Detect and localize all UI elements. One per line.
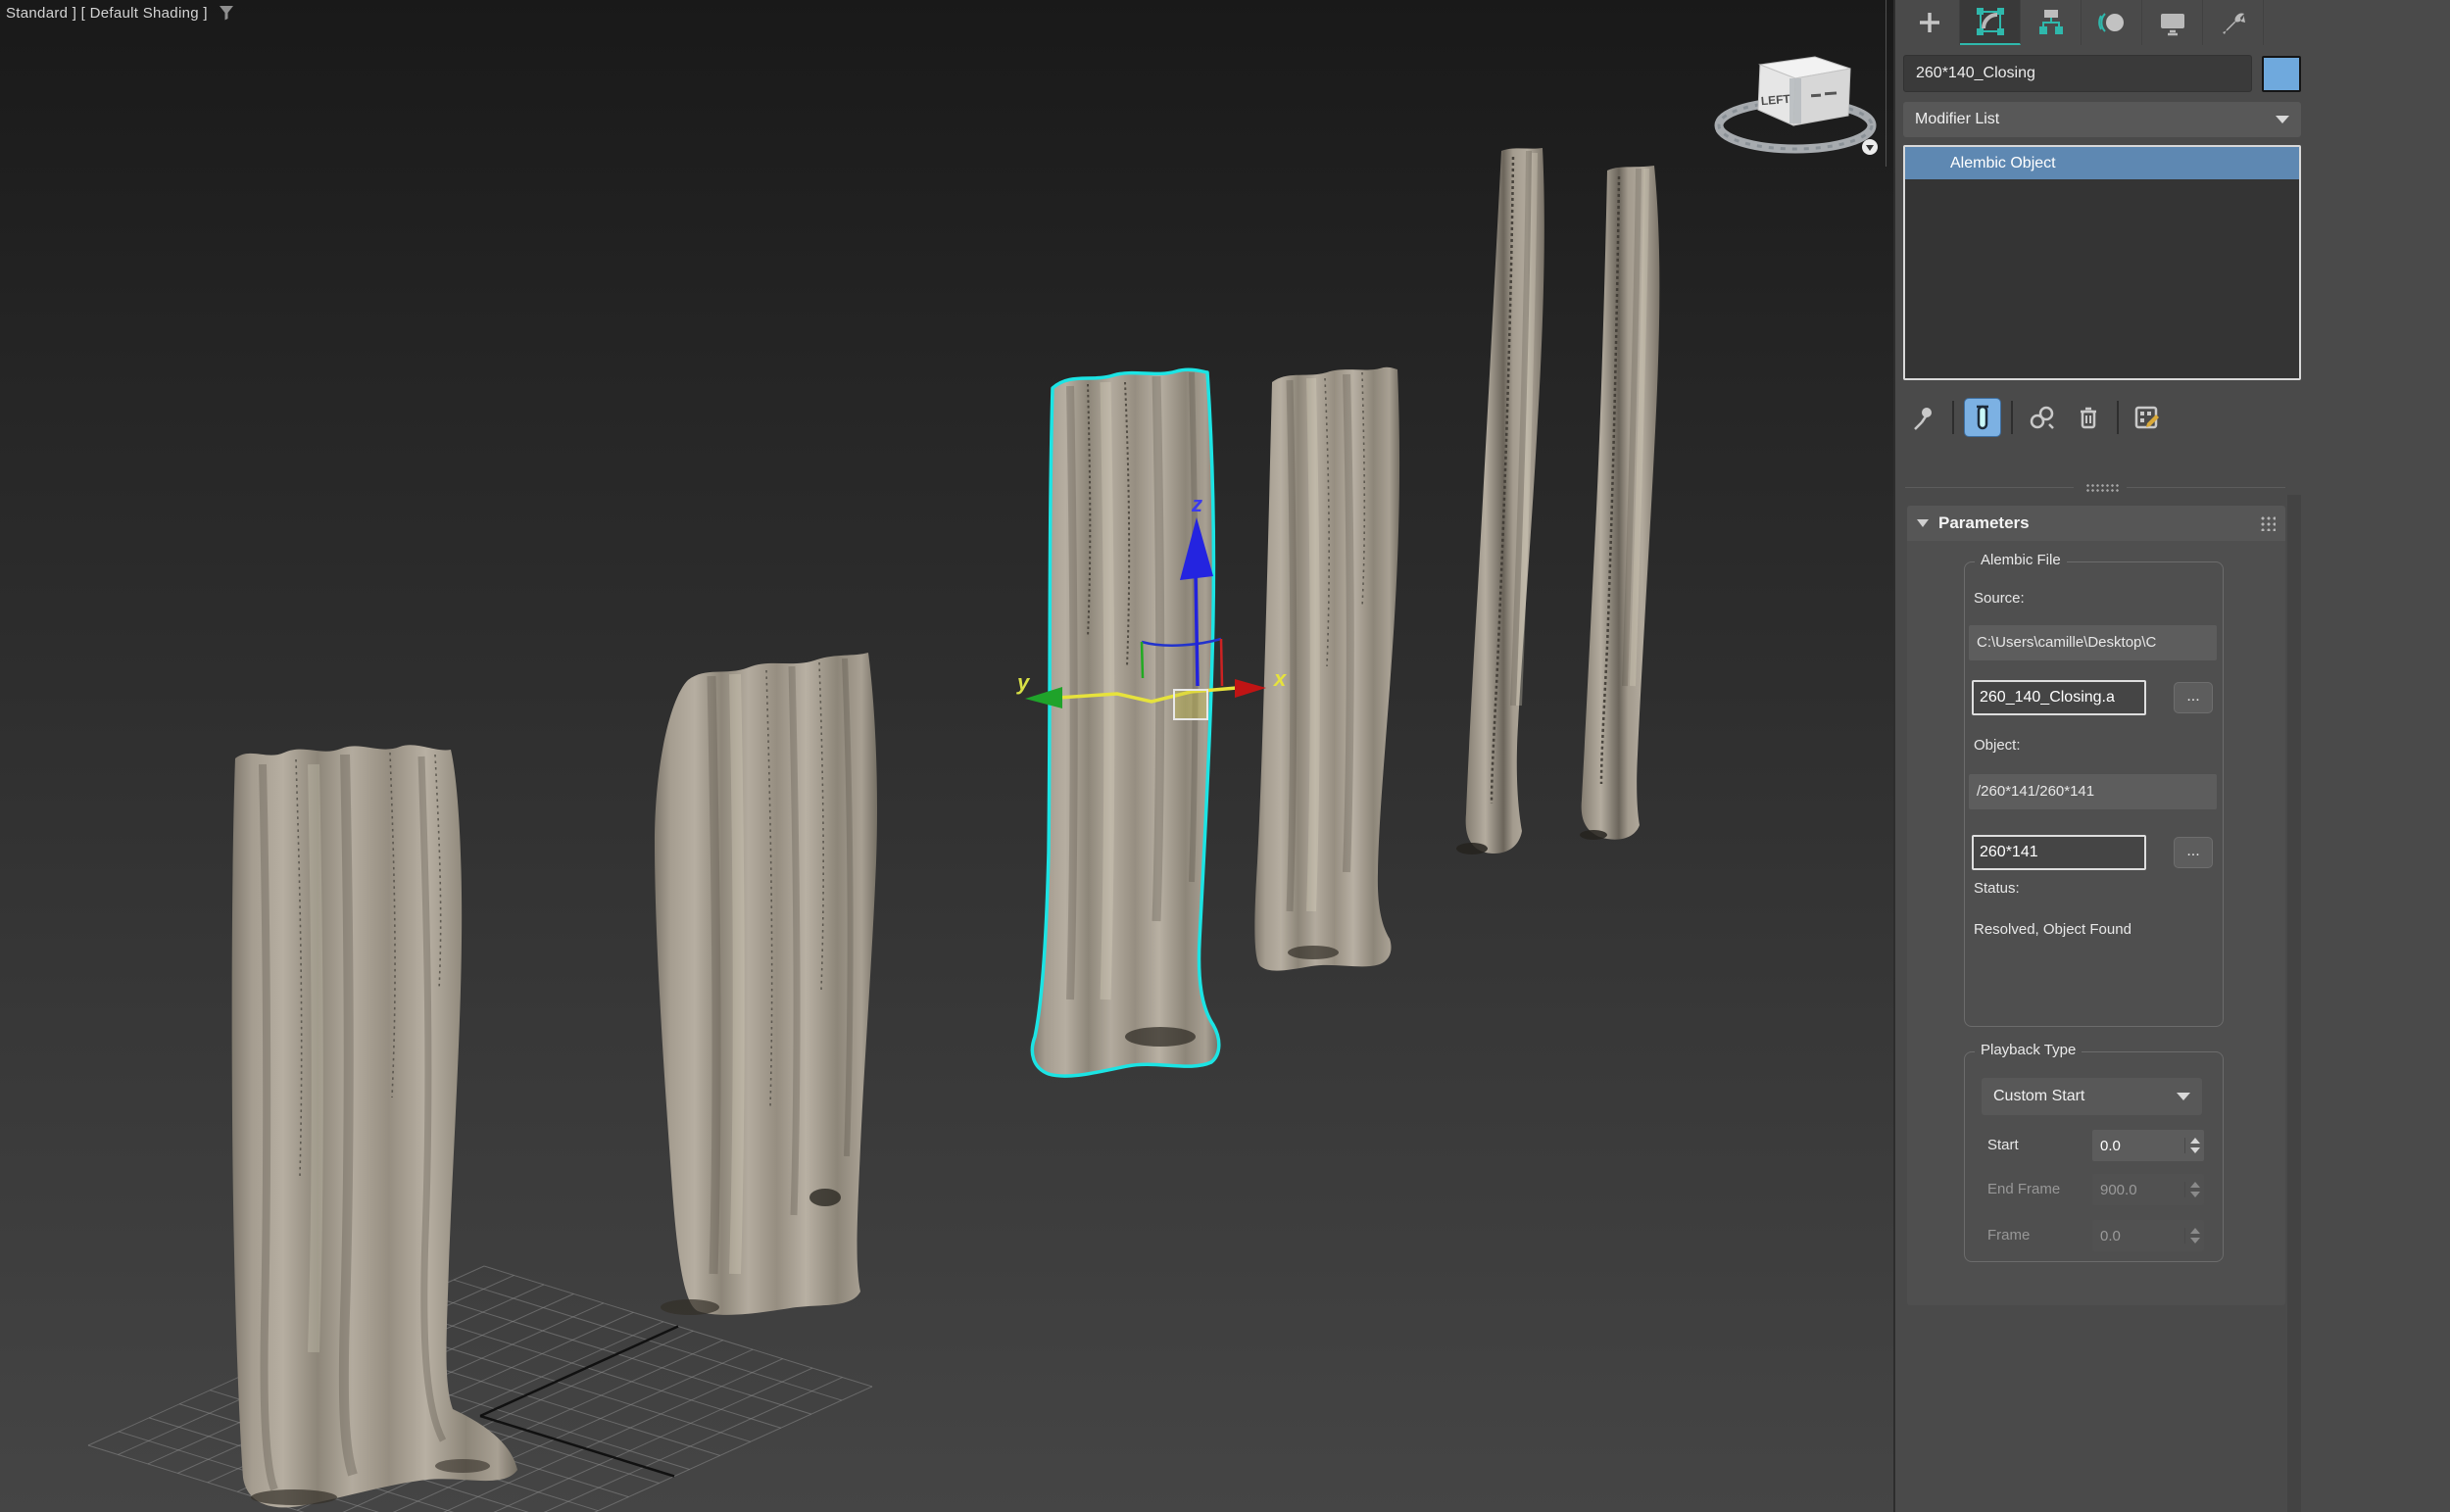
source-label: Source: — [1974, 590, 2025, 607]
parameters-rollout-header[interactable]: Parameters — [1907, 506, 2285, 541]
gizmo-x-label: x — [1273, 666, 1287, 691]
create-plus-icon — [1914, 7, 1945, 38]
viewport-filter-icon[interactable] — [218, 4, 235, 22]
playback-type-dropdown[interactable]: Custom Start — [1982, 1078, 2202, 1115]
end-frame-label: End Frame — [1987, 1181, 2060, 1197]
status-value: Resolved, Object Found — [1974, 921, 2132, 938]
remove-modifier-button[interactable] — [2070, 398, 2107, 437]
curtain-object-3-selected[interactable] — [1032, 369, 1218, 1076]
frame-spinner: 0.0 — [2092, 1220, 2204, 1251]
viewport-shading-label: Standard ] [ Default Shading ] — [6, 5, 208, 22]
gizmo-plane-handle[interactable] — [1174, 690, 1207, 719]
object-label: Object: — [1974, 737, 2021, 754]
alembic-object-name-input[interactable] — [1972, 835, 2146, 870]
configure-modifier-sets-button[interactable] — [2129, 398, 2166, 437]
gizmo-plane-edge-y[interactable] — [1142, 642, 1143, 678]
gizmo-y-label: y — [1016, 670, 1031, 695]
tab-create[interactable] — [1899, 0, 1960, 45]
alembic-file-name-input[interactable] — [1972, 680, 2146, 715]
display-monitor-icon — [2157, 7, 2188, 38]
tab-motion[interactable] — [2082, 0, 2142, 45]
curtain-object-6[interactable] — [1580, 166, 1659, 840]
command-panel: 260*140_Closing Modifier List Alembic Ob… — [1893, 0, 2450, 1512]
gizmo-y-arrow[interactable] — [1025, 687, 1062, 708]
viewcube-face-label: LEFT — [1760, 92, 1791, 109]
group-title: Alembic File — [1975, 552, 2067, 568]
gizmo-plane-edge-x[interactable] — [1221, 639, 1222, 686]
tab-modify[interactable] — [1960, 0, 2021, 45]
gizmo-z-axis[interactable] — [1196, 573, 1198, 686]
chevron-down-icon — [2177, 1093, 2190, 1100]
curtain-object-2[interactable] — [655, 653, 877, 1315]
browse-object-button[interactable]: ... — [2174, 837, 2213, 868]
object-path-field: /260*141/260*141 — [1969, 774, 2217, 809]
object-name-field[interactable]: 260*140_Closing — [1903, 55, 2252, 92]
viewcube-right-face[interactable] — [1793, 69, 1850, 125]
rollout-title: Parameters — [1938, 513, 2030, 533]
modifier-stack-item-alembic[interactable]: Alembic Object — [1905, 147, 2299, 179]
trash-icon — [2074, 403, 2103, 432]
gizmo-x-arrow[interactable] — [1235, 679, 1266, 698]
viewport-scene: x y z LEFT — [0, 0, 1893, 1512]
panel-scroll-gutter[interactable] — [2287, 495, 2301, 1512]
chevron-down-icon — [2276, 116, 2289, 123]
show-end-result-button[interactable] — [1964, 398, 2001, 437]
modifier-stack-toolbar — [1905, 396, 2166, 439]
pushpin-icon — [1909, 403, 1938, 432]
viewcube[interactable]: LEFT — [1719, 57, 1878, 155]
end-frame-spinner: 900.0 — [2092, 1174, 2204, 1205]
toolbar-separator — [2117, 401, 2119, 434]
make-unique-button[interactable] — [2023, 398, 2060, 437]
make-unique-icon — [2027, 403, 2056, 432]
viewcube-edge — [1789, 78, 1801, 123]
motion-icon — [2096, 7, 2128, 38]
hierarchy-icon — [2035, 7, 2067, 38]
playback-type-value: Custom Start — [1993, 1088, 2084, 1105]
spinner-arrows-icon — [2184, 1182, 2204, 1197]
toolbar-separator — [2011, 401, 2013, 434]
rollout-collapse-icon — [1917, 519, 1929, 527]
start-spinner[interactable]: 0.0 — [2092, 1130, 2204, 1161]
start-label: Start — [1987, 1137, 2019, 1153]
frame-label: Frame — [1987, 1227, 2030, 1244]
modifier-stack-item-label: Alembic Object — [1950, 155, 2056, 172]
configure-sets-icon — [2132, 403, 2162, 432]
curtain-object-1[interactable] — [232, 745, 517, 1507]
test-tube-icon — [1968, 403, 1997, 432]
modifier-stack[interactable]: Alembic Object — [1903, 145, 2301, 380]
gizmo-z-label: z — [1191, 492, 1202, 516]
source-path-field: C:\Users\camille\Desktop\C — [1969, 625, 2217, 660]
group-title: Playback Type — [1975, 1042, 2082, 1058]
curtain-object-5[interactable] — [1456, 148, 1544, 854]
rollout-grip-icon[interactable] — [2260, 515, 2276, 531]
tab-utilities[interactable] — [2203, 0, 2264, 45]
3dsmax-window: x y z LEFT Standar — [0, 0, 2450, 1512]
command-panel-tabs — [1899, 0, 2264, 45]
viewport-label[interactable]: Standard ] [ Default Shading ] — [6, 4, 235, 22]
spinner-arrows-icon[interactable] — [2184, 1138, 2204, 1153]
pin-stack-button[interactable] — [1905, 398, 1942, 437]
utilities-wrench-icon — [2218, 7, 2249, 38]
panel-splitter-line — [1905, 487, 2074, 488]
object-name-text: 260*140_Closing — [1916, 65, 2035, 82]
status-label: Status: — [1974, 880, 2020, 897]
modify-icon — [1975, 6, 2006, 37]
perspective-viewport[interactable]: x y z LEFT Standar — [0, 0, 1893, 1512]
object-color-swatch[interactable] — [2262, 56, 2301, 92]
tab-display[interactable] — [2142, 0, 2203, 45]
toolbar-separator — [1952, 401, 1954, 434]
modifier-list-label: Modifier List — [1915, 111, 1999, 128]
modifier-list-dropdown[interactable]: Modifier List — [1903, 102, 2301, 137]
panel-splitter-line — [2127, 487, 2285, 488]
panel-splitter-handle[interactable] — [2085, 483, 2119, 493]
tab-hierarchy[interactable] — [2021, 0, 2082, 45]
spinner-arrows-icon — [2184, 1228, 2204, 1244]
browse-file-button[interactable]: ... — [2174, 682, 2213, 713]
